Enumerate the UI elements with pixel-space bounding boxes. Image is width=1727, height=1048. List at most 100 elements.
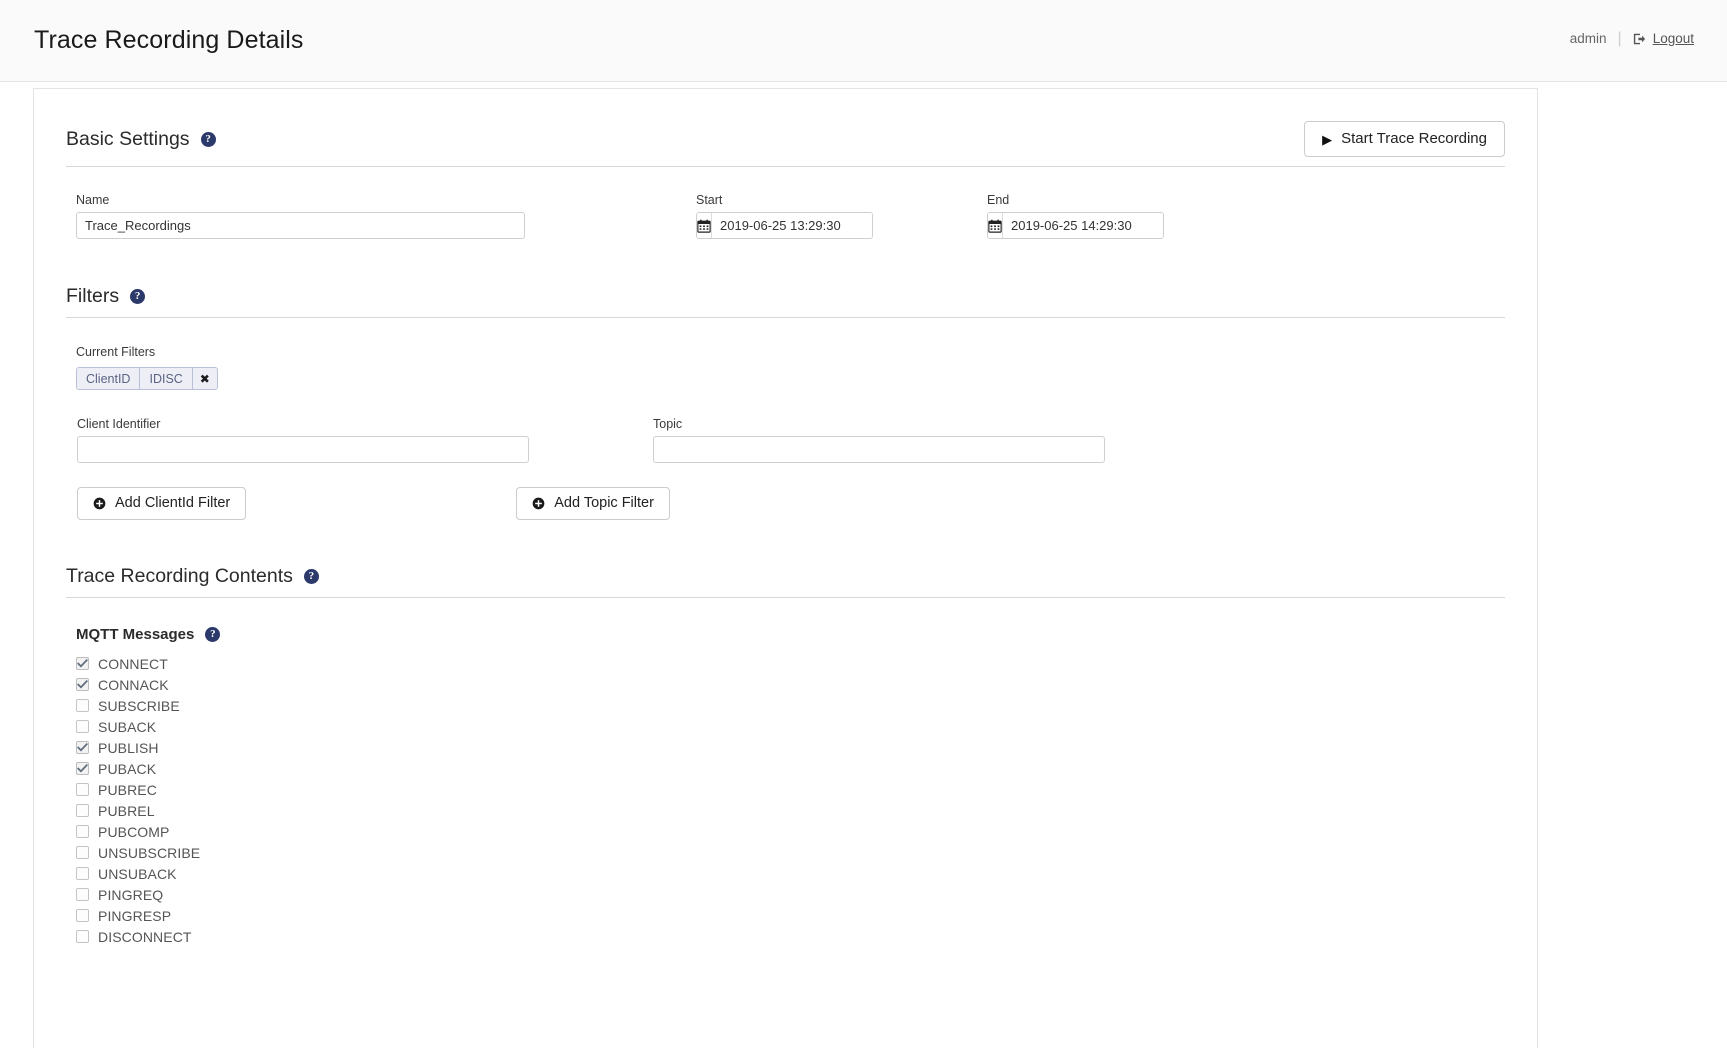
mqtt-message-row[interactable]: PUBCOMP xyxy=(76,821,1505,842)
checkbox-icon[interactable] xyxy=(76,720,89,734)
topic-input[interactable] xyxy=(653,436,1105,463)
checkbox-icon[interactable] xyxy=(76,867,89,881)
basic-settings-title: Basic Settings xyxy=(66,127,190,150)
mqtt-message-row[interactable]: DISCONNECT xyxy=(76,926,1505,947)
filter-chip-value: IDISC xyxy=(140,368,193,389)
calendar-icon[interactable] xyxy=(697,213,712,238)
mqtt-message-row[interactable]: SUBSCRIBE xyxy=(76,695,1505,716)
filters-header: Filters ? xyxy=(66,285,1505,318)
mqtt-message-label: PUBCOMP xyxy=(98,823,170,840)
mqtt-message-label: CONNACK xyxy=(98,676,169,693)
name-label: Name xyxy=(76,193,110,207)
filter-buttons: Add ClientId Filter Add Topic Filter xyxy=(66,487,1505,521)
name-field-group: Name xyxy=(76,193,525,239)
checkbox-icon[interactable] xyxy=(76,783,89,797)
checkbox-icon[interactable] xyxy=(76,699,89,713)
calendar-icon[interactable] xyxy=(988,213,1003,238)
mqtt-message-label: PUBLISH xyxy=(98,739,159,756)
mqtt-message-row[interactable]: PUBLISH xyxy=(76,737,1505,758)
help-icon[interactable]: ? xyxy=(303,569,319,585)
trace-contents-title: Trace Recording Contents xyxy=(66,565,293,588)
end-field-group: End xyxy=(987,193,1164,239)
mqtt-messages-title: MQTT Messages xyxy=(76,626,195,644)
mqtt-message-row[interactable]: PUBREL xyxy=(76,800,1505,821)
start-trace-recording-label: Start Trace Recording xyxy=(1341,130,1487,147)
end-datetime-input[interactable] xyxy=(1003,213,1163,238)
mqtt-message-label: DISCONNECT xyxy=(98,928,192,945)
filters-title: Filters xyxy=(66,285,120,307)
mqtt-messages-header: MQTT Messages ? xyxy=(76,626,1505,643)
page-title: Trace Recording Details xyxy=(34,26,304,54)
client-identifier-label: Client Identifier xyxy=(77,417,161,431)
checkbox-icon[interactable] xyxy=(76,804,89,818)
add-clientid-filter-label: Add ClientId Filter xyxy=(115,495,231,511)
basic-settings-header: Basic Settings ? ▶ Start Trace Recording xyxy=(66,121,1505,167)
mqtt-message-row[interactable]: PUBACK xyxy=(76,758,1505,779)
current-filters-label: Current Filters xyxy=(76,345,156,359)
sign-out-icon xyxy=(1633,32,1647,46)
mqtt-message-label: SUBSCRIBE xyxy=(98,697,180,714)
start-field-group: Start xyxy=(696,193,873,239)
mqtt-message-row[interactable]: CONNECT xyxy=(76,653,1505,674)
mqtt-message-row[interactable]: PINGRESP xyxy=(76,905,1505,926)
checkbox-icon[interactable] xyxy=(76,930,89,944)
filter-chip-type: ClientID xyxy=(77,368,141,389)
mqtt-message-row[interactable]: PUBREC xyxy=(76,779,1505,800)
topic-label: Topic xyxy=(653,417,683,431)
mqtt-message-label: PUBREC xyxy=(98,781,157,798)
end-label: End xyxy=(987,193,1010,207)
checkbox-icon[interactable] xyxy=(76,825,89,839)
end-datetime-group[interactable] xyxy=(987,212,1164,239)
start-datetime-input[interactable] xyxy=(712,213,872,238)
trace-contents-header: Trace Recording Contents ? xyxy=(66,565,1505,599)
add-topic-filter-button[interactable]: Add Topic Filter xyxy=(516,487,670,521)
plus-circle-icon xyxy=(93,497,106,510)
play-icon: ▶ xyxy=(1322,131,1333,147)
checkbox-icon[interactable] xyxy=(76,846,89,860)
checkbox-checked-icon[interactable] xyxy=(76,678,89,692)
mqtt-message-row[interactable]: UNSUBACK xyxy=(76,863,1505,884)
name-input[interactable] xyxy=(76,212,525,239)
logout-button[interactable]: Logout xyxy=(1633,31,1694,46)
mqtt-message-label: CONNECT xyxy=(98,655,168,672)
checkbox-checked-icon[interactable] xyxy=(76,657,89,671)
checkbox-checked-icon[interactable] xyxy=(76,741,89,755)
mqtt-message-row[interactable]: CONNACK xyxy=(76,674,1505,695)
help-icon[interactable]: ? xyxy=(130,289,146,304)
mqtt-message-row[interactable]: UNSUBSCRIBE xyxy=(76,842,1505,863)
mqtt-message-label: PINGREQ xyxy=(98,886,164,903)
plus-circle-icon xyxy=(532,497,545,510)
mqtt-message-row[interactable]: SUBACK xyxy=(76,716,1505,737)
mqtt-message-label: UNSUBSCRIBE xyxy=(98,844,201,861)
mqtt-message-label: PUBACK xyxy=(98,760,157,777)
mqtt-message-label: UNSUBACK xyxy=(98,865,177,882)
username-label: admin xyxy=(1569,31,1607,46)
client-identifier-input[interactable] xyxy=(77,436,529,463)
logout-label: Logout xyxy=(1652,31,1694,46)
start-datetime-group[interactable] xyxy=(696,212,873,239)
mqtt-message-label: PUBREL xyxy=(98,802,155,819)
checkbox-icon[interactable] xyxy=(76,888,89,902)
mqtt-message-row[interactable]: PINGREQ xyxy=(76,884,1505,905)
mqtt-message-label: SUBACK xyxy=(98,718,157,735)
add-clientid-filter-button[interactable]: Add ClientId Filter xyxy=(77,487,247,521)
mqtt-messages-list: CONNECT CONNACK SUBSCRIBE SUBACK PUBLISH PUBA… xyxy=(76,653,1505,947)
start-trace-recording-button[interactable]: ▶ Start Trace Recording xyxy=(1304,121,1505,157)
help-icon[interactable]: ? xyxy=(200,131,216,147)
checkbox-checked-icon[interactable] xyxy=(76,762,89,776)
details-card: Basic Settings ? ▶ Start Trace Recording… xyxy=(33,88,1538,1048)
filters-section: Filters ? Current Filters ClientID IDISC… xyxy=(66,285,1505,521)
filter-inputs: Client Identifier Topic xyxy=(66,417,1505,463)
mqtt-message-label: PINGRESP xyxy=(98,907,172,924)
start-label: Start xyxy=(696,193,723,207)
checkbox-icon[interactable] xyxy=(76,909,89,923)
divider: | xyxy=(1617,29,1622,47)
help-icon[interactable]: ? xyxy=(205,627,221,643)
close-icon[interactable]: ✖ xyxy=(192,368,217,389)
topic-group: Topic xyxy=(653,417,1105,463)
trace-contents-section: Trace Recording Contents ? MQTT Messages… xyxy=(66,565,1505,947)
filter-chip: ClientID IDISC ✖ xyxy=(76,367,218,390)
top-bar: Trace Recording Details admin | Logout xyxy=(0,0,1727,82)
add-topic-filter-label: Add Topic Filter xyxy=(554,495,654,511)
user-area: admin | Logout xyxy=(1569,29,1694,51)
